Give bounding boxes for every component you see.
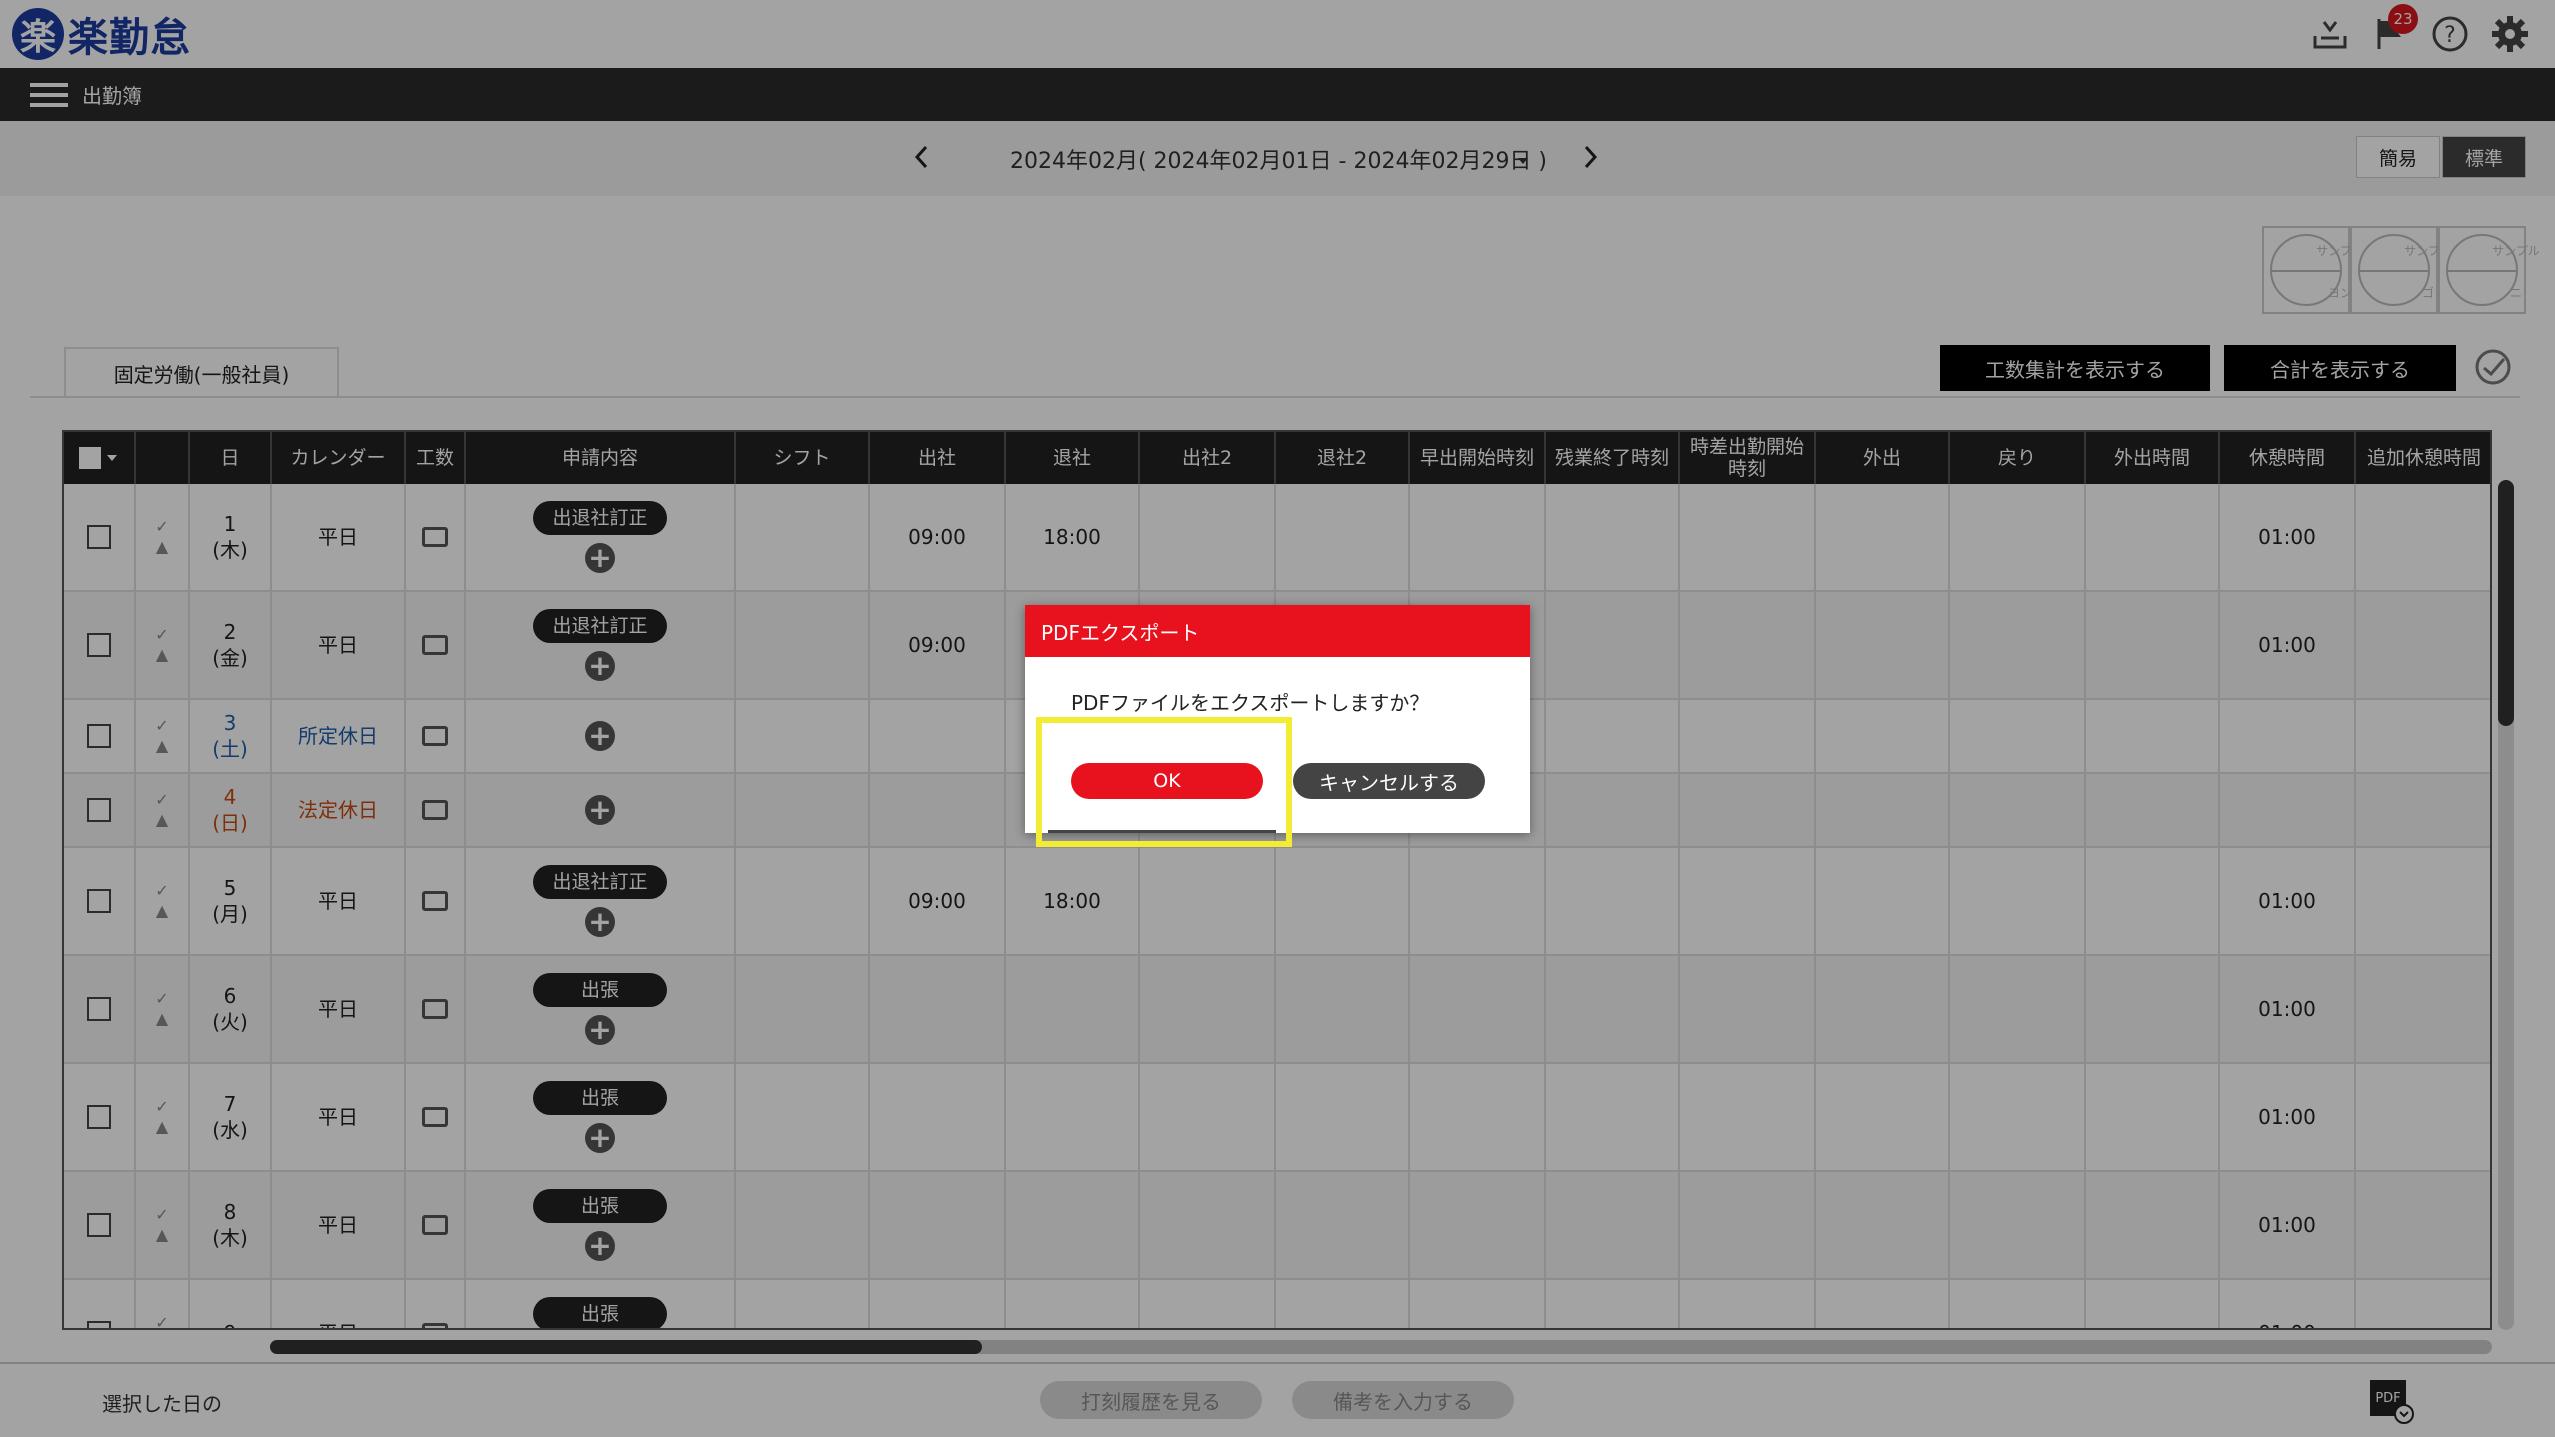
dialog-message: PDFファイルをエクスポートしますか？ <box>1071 691 1430 715</box>
app-root: 楽 楽勤怠 23 ? 出勤簿 2024年02月( 2024年02月01日 - 2… <box>0 0 2555 1437</box>
cancel-button[interactable]: キャンセルする <box>1293 763 1485 799</box>
highlight-underline <box>1048 830 1276 833</box>
dialog-title: PDFエクスポート <box>1025 605 1530 657</box>
ok-button-highlight <box>1036 717 1292 847</box>
